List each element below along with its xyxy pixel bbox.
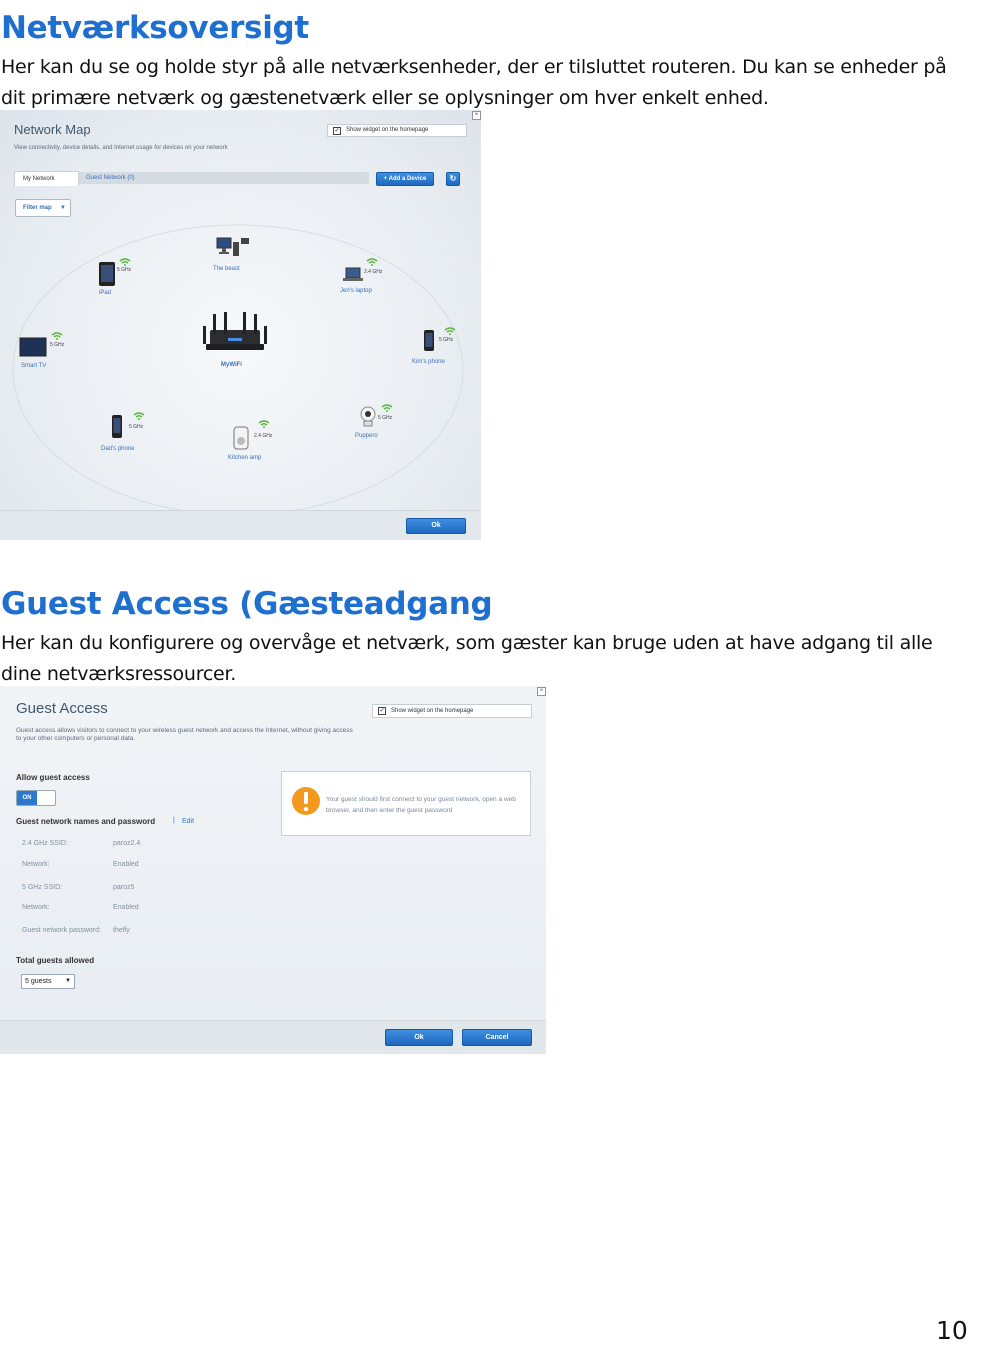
device-band: 5 GHz	[439, 337, 454, 343]
laptop-icon	[343, 267, 363, 281]
device-ipad[interactable]: 5 GHz iPad	[97, 258, 147, 298]
guest-notice-box: Your guest should first connect to your …	[281, 771, 531, 836]
wifi-icon	[366, 258, 378, 266]
camera-icon	[360, 406, 376, 427]
device-name: Dad's phone	[101, 446, 135, 452]
device-band: 2.4 GHz	[254, 433, 273, 439]
show-widget-checkbox[interactable]: ✓ Show widget on the homepage	[372, 704, 532, 718]
ssid-5-key: 5 GHz SSID:	[22, 884, 63, 891]
device-band: 5 GHz	[50, 342, 65, 348]
device-name: Kitchen amp	[228, 455, 262, 461]
password-key: Guest network password:	[22, 927, 101, 934]
chevron-down-icon: ▼	[65, 978, 71, 984]
device-band: 5 GHz	[378, 415, 393, 421]
guest-access-title: Guest Access	[16, 700, 108, 717]
device-smart-tv[interactable]: 5 GHz Smart TV	[19, 330, 75, 372]
show-widget-label: Show widget on the homepage	[391, 708, 474, 714]
device-name: Jen's laptop	[340, 288, 372, 294]
device-puppero[interactable]: 5 GHz Puppero	[354, 402, 414, 446]
wifi-icon	[119, 258, 131, 266]
router-icon	[203, 312, 267, 350]
device-name: iPad	[99, 290, 112, 296]
speaker-icon	[233, 426, 249, 450]
warning-icon	[292, 787, 320, 815]
desktop-icon	[216, 237, 249, 256]
device-jens-laptop[interactable]: 2.4 GHz Jen's laptop	[340, 258, 400, 298]
close-icon[interactable]: ×	[537, 687, 546, 696]
device-kims-phone[interactable]: 5 GHz Kim's phone	[412, 325, 472, 367]
allow-guest-access-toggle[interactable]: ON	[16, 790, 56, 806]
section-paragraph-guest-access: Her kan du konfigurere og overvåge et ne…	[1, 632, 933, 685]
wifi-icon	[381, 404, 393, 412]
network-map-screenshot: × Network Map View connectivity, device …	[0, 110, 481, 540]
toggle-on-state: ON	[17, 791, 37, 805]
guest-notice-text: Your guest should first connect to your …	[326, 796, 516, 814]
device-kitchen-amp[interactable]: 2.4 GHz Kitchen amp	[227, 418, 287, 466]
network-5-key: Network:	[22, 904, 50, 911]
network-24-key: Network:	[22, 861, 50, 868]
section-paragraph-network-map: Her kan du se og holde styr på alle netv…	[1, 56, 947, 109]
network-5-value: Enabled	[113, 904, 139, 911]
checkbox-check-icon: ✓	[378, 707, 386, 715]
ssid-24-key: 2.4 GHz SSID:	[22, 840, 68, 847]
device-dads-phone[interactable]: 5 GHz Dad's phone	[100, 410, 160, 456]
device-name: The beast	[213, 266, 240, 272]
device-band: 2.4 GHz	[364, 269, 383, 275]
ssid-5-value: paroz5	[113, 884, 135, 891]
section-heading-guest-access: Guest Access (Gæsteadgang	[1, 586, 493, 622]
wifi-icon	[133, 412, 145, 420]
phone-icon	[112, 415, 122, 438]
guest-access-screenshot: × Guest Access ✓ Show widget on the home…	[0, 686, 546, 1054]
edit-link[interactable]: Edit	[182, 818, 194, 825]
password-value: thefly	[113, 927, 130, 934]
page-number: 10	[936, 1316, 968, 1345]
ok-button[interactable]: Ok	[385, 1029, 453, 1046]
device-name: Kim's phone	[412, 359, 445, 365]
wifi-icon	[258, 420, 270, 428]
device-name: Puppero	[355, 433, 378, 439]
total-guests-value: 5 guests	[25, 978, 52, 985]
guest-access-description: Guest access allows visitors to connect …	[16, 727, 353, 742]
device-name: Smart TV	[21, 363, 47, 369]
wifi-icon	[444, 327, 456, 335]
ok-button[interactable]: Ok	[406, 518, 466, 534]
section-heading-network-map: Netværksoversigt	[1, 10, 309, 46]
device-band: 5 GHz	[129, 424, 144, 430]
router-name: MyWiFi	[221, 362, 242, 368]
network-24-value: Enabled	[113, 861, 139, 868]
allow-guest-access-label: Allow guest access	[16, 773, 90, 782]
tv-icon	[19, 337, 47, 357]
total-guests-select[interactable]: 5 guests ▼	[21, 974, 75, 989]
device-the-beast[interactable]: The beast	[212, 236, 258, 276]
router-node[interactable]: MyWiFi	[200, 308, 270, 376]
names-separator: |	[173, 817, 175, 824]
device-band: 5 GHz	[117, 267, 132, 273]
guest-network-names-label: Guest network names and password	[16, 817, 156, 826]
wifi-icon	[51, 332, 63, 340]
cancel-button[interactable]: Cancel	[462, 1029, 532, 1046]
total-guests-label: Total guests allowed	[16, 956, 95, 965]
tablet-icon	[99, 262, 115, 286]
ssid-24-value: paroz2.4	[113, 840, 141, 847]
phone-icon	[424, 330, 434, 351]
